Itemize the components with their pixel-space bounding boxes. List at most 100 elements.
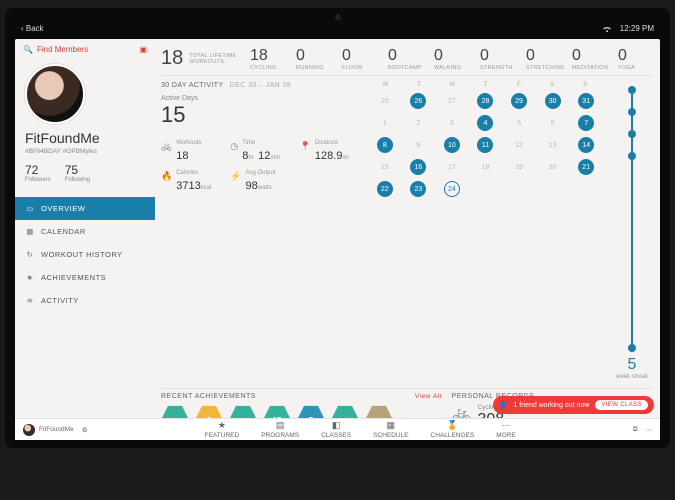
back-label: Back [26,24,44,33]
find-members[interactable]: 🔍 Find Members ▣ [15,39,155,60]
footer-profile[interactable]: FitFoundMe [23,424,74,436]
calendar-day[interactable]: 13 [545,137,561,153]
lifetime-stats: 18 TOTAL LIFETIME WORKOUTS 18CYCLING 0RU… [161,45,652,76]
footer-bar: FitFoundMe ⚙ ★FEATURED ▤PROGRAMS ◧CLASSE… [15,418,660,440]
calendar-day[interactable] [477,181,493,197]
calendar-grid: MTWTFSS 25262728293031123456789101112131… [369,82,602,382]
calendar-day[interactable] [545,181,561,197]
view-class-button[interactable]: VIEW CLASS [595,400,648,410]
calendar-day[interactable]: 20 [545,159,561,175]
nav-history[interactable]: ↻WORKOUT HISTORY [15,243,155,266]
hashtags: #BFit4BDAY #OPBMyles [25,148,97,155]
calendar-day[interactable]: 8 [377,137,393,153]
calendar-day[interactable]: 29 [511,93,527,109]
calendar-day[interactable]: 10 [444,137,460,153]
calendar-day[interactable]: 2 [410,115,426,131]
activity-header: 30 DAY ACTIVITY DEC 30 – JAN 28 [161,82,361,89]
stat-yoga: 0YOGA [618,47,652,71]
dow-label: W [436,82,469,88]
calendar-day[interactable]: 11 [477,137,493,153]
trophy-icon: ★ [25,273,35,282]
view-all-link[interactable]: View All [415,393,442,400]
calendar-day[interactable]: 4 [477,115,493,131]
calendar-day[interactable] [578,181,594,197]
calendar-day[interactable]: 28 [477,93,493,109]
stat-meditation: 0MEDITATION [572,47,606,71]
metric-time: ◷Time8hr 12min [230,140,291,164]
menu-icon[interactable]: ⋯ [646,426,653,434]
calendar-day[interactable]: 30 [545,93,561,109]
calendar-day[interactable]: 7 [578,115,594,131]
cast-icon[interactable]: ⧉ [633,426,638,434]
week-streak: 5 week streak [612,82,652,382]
nav-calendar[interactable]: ▦CALENDAR [15,220,155,243]
metric-workouts: 🚲Workouts18 [161,140,222,164]
calendar-day[interactable]: 19 [511,159,527,175]
calendar-day[interactable]: 3 [444,115,460,131]
nav-achievements[interactable]: ★ACHIEVEMENTS [15,266,155,289]
scan-icon[interactable]: ▣ [139,45,147,54]
filter-icon[interactable]: ⚙ [82,426,88,434]
calendar-day[interactable]: 16 [410,159,426,175]
calendar-day[interactable]: 27 [444,93,460,109]
tab-schedule[interactable]: ▦SCHEDULE [373,420,408,439]
tab-featured[interactable]: ★FEATURED [205,420,240,439]
flame-icon: 🔥 [161,171,172,182]
tab-classes[interactable]: ◧CLASSES [321,420,351,439]
bike-icon: 🚲 [161,141,172,152]
metric-distance: 📍Distance128.9mi [300,140,361,164]
username: FitFoundMe [25,130,100,146]
star-icon: ★ [218,420,226,431]
bolt-icon: ⚡ [230,171,241,182]
tab-challenges[interactable]: 🏅CHALLENGES [431,420,475,439]
calendar-day[interactable]: 22 [377,181,393,197]
nav-overview[interactable]: ▭OVERVIEW [15,197,155,220]
classes-icon: ◧ [332,420,341,431]
activity-icon: ≋ [25,296,35,305]
avatar-small [23,424,35,436]
stat-walking: 0WALKING [434,47,468,71]
calendar-day[interactable]: 21 [578,159,594,175]
back-button[interactable]: ‹ Back [21,24,44,33]
calendar-day[interactable] [511,181,527,197]
calendar-day[interactable]: 17 [444,159,460,175]
stat-running: 0RUNNING [296,47,330,71]
calendar-day[interactable]: 9 [410,137,426,153]
active-days: Active Days 15 [161,95,361,128]
more-icon: ⋯ [501,420,510,431]
calendar-day[interactable]: 25 [377,93,393,109]
dow-label: F [502,82,535,88]
calendar-day[interactable]: 14 [578,137,594,153]
stat-cycling: 18CYCLING [250,47,284,71]
calendar-day[interactable]: 24 [444,181,460,197]
following[interactable]: 75 Following [65,163,90,183]
calendar-day[interactable]: 23 [410,181,426,197]
dow-label: M [369,82,402,88]
calendar-day[interactable]: 15 [377,159,393,175]
avatar[interactable] [25,64,85,124]
schedule-icon: ▦ [387,420,396,431]
friend-banner[interactable]: 👤 1 friend working out now VIEW CLASS [493,396,654,414]
stat-bootcamp: 0BOOTCAMP [388,47,422,71]
dow-label: T [469,82,502,88]
clock-text: 12:29 PM [620,24,654,33]
device-camera [335,14,341,20]
wifi-icon [602,25,612,33]
calendar-day[interactable]: 5 [511,115,527,131]
followers[interactable]: 72 Followers [25,163,51,183]
dow-label: T [402,82,435,88]
history-icon: ↻ [25,250,35,259]
calendar-day[interactable]: 18 [477,159,493,175]
nav-activity[interactable]: ≋ACTIVITY [15,289,155,312]
dow-label: S [535,82,568,88]
tab-programs[interactable]: ▤PROGRAMS [261,420,299,439]
calendar-day[interactable]: 12 [511,137,527,153]
tab-more[interactable]: ⋯MORE [496,420,516,439]
calendar-day[interactable]: 6 [545,115,561,131]
calendar-day[interactable]: 1 [377,115,393,131]
calendar-day[interactable]: 26 [410,93,426,109]
calendar-icon: ▦ [25,227,35,236]
status-bar: ‹ Back 12:29 PM [15,22,660,39]
calendar-day[interactable]: 31 [578,93,594,109]
pin-icon: 📍 [300,141,311,152]
